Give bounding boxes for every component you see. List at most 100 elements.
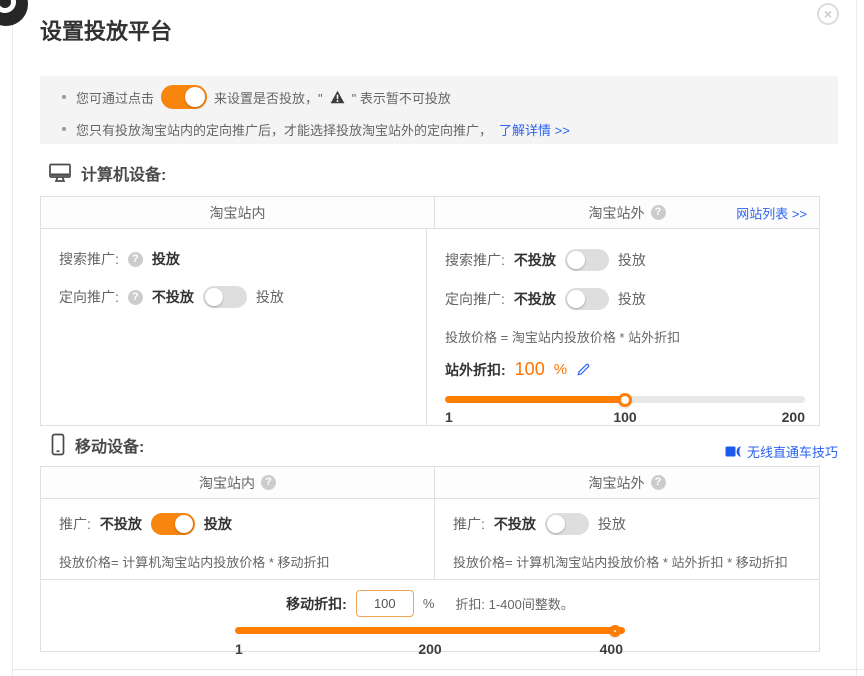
mobile-section-header: 移动设备: — [50, 433, 144, 457]
off-label: 不投放 — [152, 287, 194, 307]
slider-mid: 100 — [613, 409, 636, 425]
edit-icon[interactable] — [576, 362, 591, 377]
computer-section-label: 计算机设备: — [81, 161, 166, 185]
target-promo-row: 定向推广: ? 不投放 投放 — [59, 286, 412, 308]
computer-section-header: 计算机设备: — [48, 161, 166, 185]
promo-label: 推广: — [59, 514, 91, 534]
mobile-discount-slider[interactable] — [235, 627, 625, 634]
slider-min: 1 — [235, 641, 243, 657]
set-platform-modal: 设置投放平台 × 您可通过点击 来设置是否投放，" " 表示暂不可投放 您只有投… — [0, 0, 864, 676]
page-right-edge — [856, 0, 857, 676]
mobile-offsite-cell: 推广: 不投放 投放 投放价格= 计算机淘宝站内投放价格 * 站外折扣 * 移动… — [435, 499, 819, 579]
computer-offsite-cell: 搜索推广: 不投放 投放 定向推广: 不投放 投放 投放价格 = 淘宝站内投放价… — [427, 229, 819, 426]
promo-label: 推广: — [453, 514, 485, 534]
header-label: 淘宝站内 — [210, 203, 266, 223]
price-formula: 投放价格= 计算机淘宝站内投放价格 * 移动折扣 — [59, 552, 420, 571]
on-label: 投放 — [618, 250, 646, 270]
computer-table-header: 淘宝站内 淘宝站外 ? 网站列表 >> — [41, 197, 819, 229]
slider-handle[interactable] — [609, 625, 621, 637]
notice-box: 您可通过点击 来设置是否投放，" " 表示暂不可投放 您只有投放淘宝站内的定向推… — [40, 76, 838, 144]
close-icon[interactable]: × — [817, 3, 839, 25]
mobile-discount-controls: 移动折扣: % 折扣: 1-400间整数。 — [41, 590, 819, 617]
mobile-slider-labels: 1 200 400 — [235, 641, 625, 659]
mobile-discount-row: 移动折扣: % 折扣: 1-400间整数。 1 200 400 — [41, 579, 819, 651]
off-label: 不投放 — [100, 514, 142, 534]
target-promo-row: 定向推广: 不投放 投放 — [445, 288, 805, 310]
learn-more-link[interactable]: 了解详情 >> — [499, 120, 570, 139]
wireless-tips-label: 无线直通车技巧 — [747, 442, 838, 461]
notice-text: 来设置是否投放，" — [214, 88, 323, 107]
header-taobao-onsite: 淘宝站内 — [41, 197, 435, 228]
question-icon[interactable]: ? — [128, 252, 143, 267]
mobile-discount-input[interactable] — [356, 590, 414, 617]
question-icon[interactable]: ? — [128, 290, 143, 305]
video-camera-icon — [725, 444, 742, 459]
target-promo-label: 定向推广: — [445, 289, 505, 309]
slider-mid: 200 — [418, 641, 441, 657]
off-label: 不投放 — [514, 250, 556, 270]
demo-toggle[interactable] — [161, 85, 207, 109]
price-formula: 投放价格= 计算机淘宝站内投放价格 * 站外折扣 * 移动折扣 — [453, 552, 805, 571]
corner-logo-icon — [0, 0, 28, 26]
off-label: 不投放 — [514, 289, 556, 309]
bullet-dot — [62, 127, 66, 131]
question-icon[interactable]: ? — [651, 205, 666, 220]
header-taobao-offsite: 淘宝站外 ? 网站列表 >> — [435, 197, 819, 228]
slider-handle[interactable] — [618, 393, 632, 407]
offsite-discount-value: 100 — [515, 359, 545, 380]
search-promo-label: 搜索推广: — [445, 250, 505, 270]
header-label: 淘宝站外 — [589, 473, 645, 493]
mobile-discount-unit: % — [423, 596, 435, 611]
search-promo-row: 搜索推广: ? 投放 — [59, 249, 412, 269]
smartphone-icon — [50, 433, 66, 457]
offsite-discount-unit: % — [554, 361, 567, 378]
target-promo-label: 定向推广: — [59, 287, 119, 307]
promo-row: 推广: 不投放 投放 — [453, 513, 805, 535]
bullet-dot — [62, 95, 66, 99]
offsite-target-toggle[interactable] — [565, 288, 609, 310]
offsite-discount-label: 站外折扣: — [445, 360, 506, 380]
slider-min: 1 — [445, 409, 453, 425]
header-taobao-offsite: 淘宝站外 ? — [435, 467, 819, 498]
monitor-icon — [48, 162, 72, 184]
page-title: 设置投放平台 — [40, 14, 172, 46]
footer-divider — [12, 669, 864, 670]
onsite-target-toggle[interactable] — [203, 286, 247, 308]
mobile-section-label: 移动设备: — [75, 433, 144, 457]
offsite-discount-row: 站外折扣: 100 % — [445, 359, 805, 380]
modal-left-border — [12, 0, 13, 676]
notice-text: 您只有投放淘宝站内的定向推广后，才能选择投放淘宝站外的定向推广， — [76, 120, 492, 139]
computer-table: 淘宝站内 淘宝站外 ? 网站列表 >> 搜索推广: ? 投放 定向推广: ? 不… — [40, 196, 820, 426]
mobile-onsite-toggle[interactable] — [151, 513, 195, 535]
on-label: 投放 — [256, 287, 284, 307]
website-list-link[interactable]: 网站列表 >> — [736, 203, 807, 222]
question-icon[interactable]: ? — [261, 475, 276, 490]
search-promo-row: 搜索推广: 不投放 投放 — [445, 249, 805, 271]
slider-max: 200 — [782, 409, 805, 425]
wireless-tips-link[interactable]: 无线直通车技巧 — [725, 442, 838, 461]
offsite-slider-labels: 1 100 200 — [445, 409, 805, 427]
notice-text: 您可通过点击 — [76, 88, 154, 107]
notice-line-2: 您只有投放淘宝站内的定向推广后，才能选择投放淘宝站外的定向推广， 了解详情 >> — [62, 116, 570, 142]
computer-onsite-cell: 搜索推广: ? 投放 定向推广: ? 不投放 投放 — [41, 229, 427, 426]
mobile-table: 淘宝站内 ? 淘宝站外 ? 推广: 不投放 投放 投放价格= 计算机淘宝站内投放… — [40, 466, 820, 652]
notice-text: " 表示暂不可投放 — [352, 88, 451, 107]
offsite-search-toggle[interactable] — [565, 249, 609, 271]
header-label: 淘宝站外 — [589, 203, 645, 223]
mobile-onsite-cell: 推广: 不投放 投放 投放价格= 计算机淘宝站内投放价格 * 移动折扣 — [41, 499, 435, 579]
header-taobao-onsite: 淘宝站内 ? — [41, 467, 435, 498]
mobile-offsite-toggle[interactable] — [545, 513, 589, 535]
price-formula: 投放价格 = 淘宝站内投放价格 * 站外折扣 — [445, 327, 805, 346]
warning-icon — [330, 90, 345, 104]
on-label: 投放 — [204, 514, 232, 534]
mobile-table-header: 淘宝站内 ? 淘宝站外 ? — [41, 467, 819, 499]
notice-line-1: 您可通过点击 来设置是否投放，" " 表示暂不可投放 — [62, 84, 451, 110]
question-icon[interactable]: ? — [651, 475, 666, 490]
search-promo-label: 搜索推广: — [59, 249, 119, 269]
mobile-discount-hint: 折扣: 1-400间整数。 — [455, 594, 573, 613]
header-label: 淘宝站内 — [199, 473, 255, 493]
offsite-discount-slider[interactable] — [445, 396, 805, 403]
on-label: 投放 — [598, 514, 626, 534]
search-promo-status: 投放 — [152, 249, 180, 269]
promo-row: 推广: 不投放 投放 — [59, 513, 420, 535]
